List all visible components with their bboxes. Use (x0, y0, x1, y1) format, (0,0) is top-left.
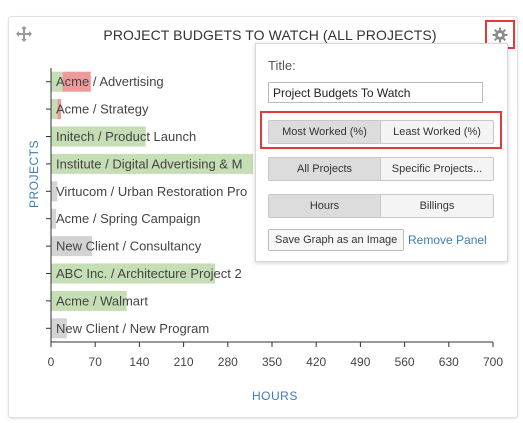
sort-toggle: Most Worked (%) Least Worked (%) (268, 120, 494, 144)
category-label: New Client / New Program (56, 321, 209, 336)
category-label: New Client / Consultancy (56, 239, 202, 254)
title-label: Title: (268, 58, 296, 73)
category-label: Acme / Walmart (56, 293, 148, 308)
x-tick-label: 140 (129, 355, 149, 369)
all-projects-button[interactable]: All Projects (268, 157, 381, 181)
unit-toggle: Hours Billings (268, 194, 494, 218)
y-axis-label: PROJECTS (27, 139, 41, 208)
category-label: Initech / Product Launch (56, 129, 196, 144)
x-tick-label: 700 (483, 355, 503, 369)
category-label: Acme / Advertising (56, 74, 164, 89)
most-worked-button[interactable]: Most Worked (%) (268, 120, 381, 144)
save-graph-button[interactable]: Save Graph as an Image (268, 229, 405, 251)
x-tick-label: 0 (48, 355, 55, 369)
billings-button[interactable]: Billings (381, 194, 494, 218)
x-tick-label: 630 (439, 355, 459, 369)
x-tick-label: 560 (395, 355, 415, 369)
category-label: Acme / Strategy (56, 102, 149, 117)
x-tick-label: 350 (262, 355, 282, 369)
x-tick-label: 490 (350, 355, 370, 369)
category-label: Acme / Spring Campaign (56, 211, 201, 226)
x-tick-label: 70 (89, 355, 103, 369)
scope-toggle: All Projects Specific Projects... (268, 157, 494, 181)
category-label: ABC Inc. / Architecture Project 2 (56, 266, 242, 281)
x-axis-label: HOURS (252, 389, 298, 403)
hours-button[interactable]: Hours (268, 194, 381, 218)
x-tick-label: 420 (306, 355, 326, 369)
specific-projects-button[interactable]: Specific Projects... (381, 157, 494, 181)
x-tick-label: 210 (174, 355, 194, 369)
x-tick-label: 280 (218, 355, 238, 369)
category-label: Virtucom / Urban Restoration Pro (56, 184, 247, 199)
settings-panel: Title: Most Worked (%) Least Worked (%) … (255, 43, 508, 262)
title-input[interactable] (268, 82, 483, 103)
category-label: Institute / Digital Advertising & M (56, 156, 242, 171)
remove-panel-link[interactable]: Remove Panel (408, 233, 487, 247)
least-worked-button[interactable]: Least Worked (%) (381, 120, 494, 144)
